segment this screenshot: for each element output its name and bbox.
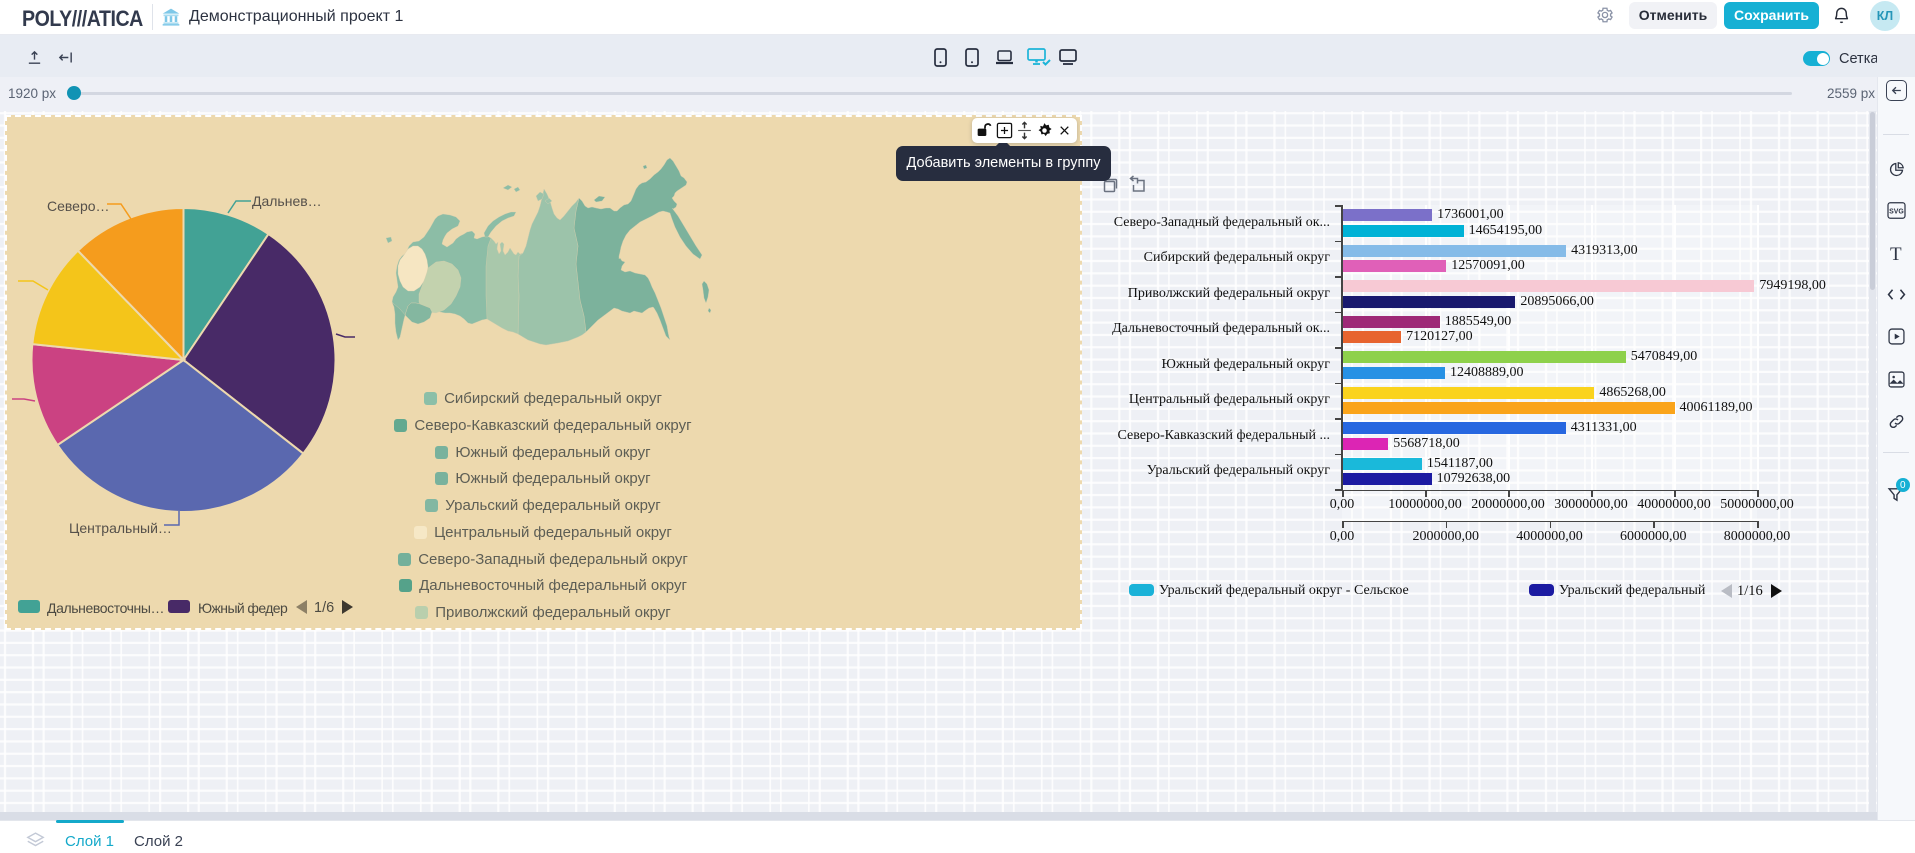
svg-text:SVG: SVG	[1889, 209, 1904, 216]
